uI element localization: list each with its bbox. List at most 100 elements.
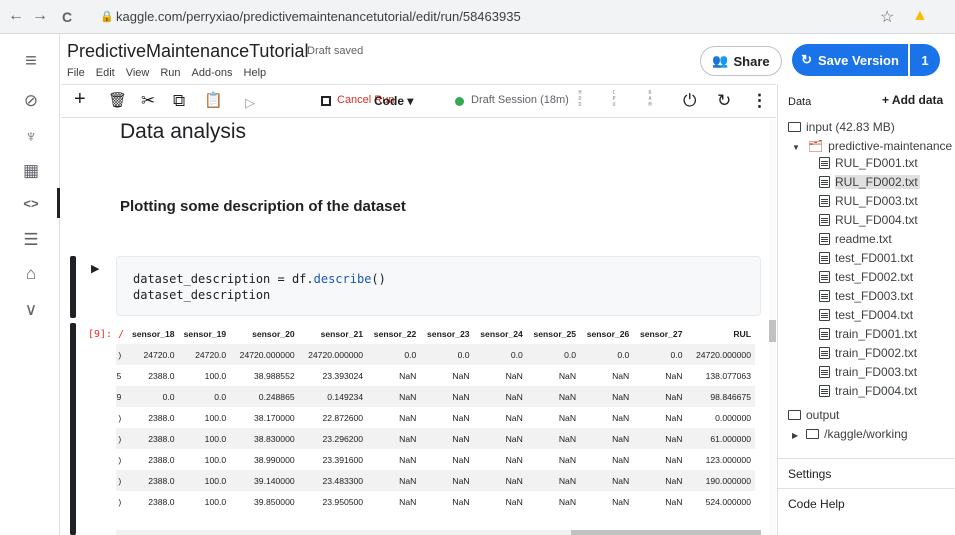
- file-name: test_FD001.txt: [835, 251, 914, 265]
- add-data-button[interactable]: + Add data: [882, 93, 943, 107]
- table-cell: 138.077063: [705, 370, 751, 381]
- column-header: sensor_19: [183, 328, 227, 339]
- google-drive-extension-icon[interactable]: ▲: [912, 7, 928, 25]
- table-icon[interactable]: ▦: [20, 160, 42, 182]
- file-item[interactable]: train_FD001.txt: [819, 327, 917, 342]
- table-cell: 39.140000: [230, 470, 299, 491]
- back-icon[interactable]: ←: [8, 7, 24, 25]
- table-row: ) 2388.0 100.0 38.990000 23.391600 NaN NaN NaN N…: [116, 449, 755, 470]
- table-cell: 0.0: [125, 386, 179, 407]
- table-header-row: sensor_18 sensor_19 sensor_20 sensor_21 …: [116, 323, 755, 344]
- compass-icon[interactable]: ⊘: [20, 90, 42, 112]
- star-icon[interactable]: ☆: [880, 7, 894, 27]
- file-item[interactable]: RUL_FD004.txt: [819, 213, 918, 228]
- file-name: RUL_FD003.txt: [835, 194, 918, 208]
- code-cell-editor[interactable]: dataset_description = df.describe() data…: [116, 256, 761, 316]
- menu-view[interactable]: View: [126, 67, 150, 79]
- file-item[interactable]: test_FD004.txt: [819, 308, 913, 323]
- cut-icon[interactable]: ✂: [141, 91, 155, 111]
- file-name: RUL_FD004.txt: [835, 213, 918, 227]
- file-icon: [819, 309, 830, 321]
- session-label[interactable]: Draft Session (18m): [471, 94, 569, 106]
- table-row: ) 2388.0 100.0 39.850000 23.950500 NaN NaN NaN N…: [116, 491, 755, 512]
- settings-section[interactable]: Settings: [788, 467, 831, 481]
- table-cell: NaN: [612, 496, 630, 507]
- file-item[interactable]: readme.txt: [819, 232, 892, 247]
- menu-icon[interactable]: ≡: [20, 50, 42, 72]
- column-header: sensor_25: [533, 328, 577, 339]
- hdd-meter: H D D: [578, 90, 582, 108]
- chevron-down-icon[interactable]: ∨: [20, 299, 42, 321]
- menu-help[interactable]: Help: [244, 67, 267, 79]
- stop-icon[interactable]: [321, 96, 331, 106]
- file-item[interactable]: RUL_FD002.txt: [819, 175, 920, 190]
- notebook-title[interactable]: PredictiveMaintenanceTutorial: [67, 41, 308, 62]
- copy-icon[interactable]: ⧉: [173, 91, 185, 111]
- paste-icon[interactable]: 📋: [204, 91, 223, 111]
- file-item[interactable]: train_FD004.txt: [819, 384, 917, 399]
- file-item[interactable]: RUL_FD001.txt: [819, 156, 918, 171]
- table-cell: NaN: [473, 428, 527, 449]
- code-icon[interactable]: <>: [20, 193, 42, 215]
- table-cell: NaN: [526, 428, 581, 449]
- left-navigation-rail: ≡ ⊘ ♆ ▦ <> ☰ ⌂ ∨: [0, 34, 60, 535]
- table-cell: 100.0: [178, 470, 231, 491]
- horizontal-scroll-thumb[interactable]: [571, 530, 761, 535]
- table-row: ) 24720.0 24720.0 24720.000000 24720.000000 0…: [116, 344, 755, 365]
- comment-icon[interactable]: ☰: [20, 229, 42, 251]
- refresh-icon[interactable]: ↻: [717, 91, 731, 111]
- table-cell: NaN: [505, 496, 523, 507]
- menu-add-ons[interactable]: Add-ons: [192, 67, 233, 79]
- working-folder[interactable]: ▶/kaggle/working: [792, 427, 908, 443]
- graduation-cap-icon[interactable]: ⌂: [20, 263, 42, 285]
- file-name: train_FD002.txt: [835, 346, 918, 360]
- address-bar[interactable]: 🔒 kaggle.com/perryxiao/predictivemainten…: [96, 5, 856, 29]
- file-icon: [819, 157, 830, 169]
- table-cell: 0.0: [633, 344, 687, 365]
- vertical-scroll-thumb[interactable]: [769, 320, 776, 342]
- more-options-icon[interactable]: ⋮: [751, 91, 768, 111]
- table-cell: NaN: [399, 370, 417, 381]
- table-cell: 38.988552: [254, 370, 295, 381]
- table-cell: 0.000000: [715, 412, 751, 423]
- file-item[interactable]: test_FD002.txt: [819, 270, 913, 285]
- reload-icon[interactable]: C: [62, 9, 72, 25]
- cell-type-select[interactable]: Code ▾: [374, 94, 413, 108]
- table-row: 9 0.0 0.0 0.248865 0.149234 NaN NaN NaN NaN NaN Na…: [116, 386, 755, 407]
- menu-run[interactable]: Run: [160, 67, 180, 79]
- session-status-icon: [455, 97, 464, 106]
- table-cell: NaN: [665, 496, 683, 507]
- file-name: test_FD004.txt: [835, 308, 914, 322]
- folder-icon: [806, 429, 820, 439]
- file-item[interactable]: RUL_FD003.txt: [819, 194, 918, 209]
- data-panel-title: Data: [788, 96, 812, 108]
- menu-edit[interactable]: Edit: [96, 67, 115, 79]
- input-folder[interactable]: input (42.83 MB): [788, 120, 895, 135]
- trophy-icon[interactable]: ♆: [20, 126, 42, 148]
- add-cell-icon[interactable]: +: [74, 89, 86, 109]
- delete-icon[interactable]: 🗑: [108, 91, 127, 111]
- horizontal-scrollbar[interactable]: [116, 530, 761, 535]
- output-folder[interactable]: output: [788, 408, 839, 423]
- vertical-scrollbar[interactable]: [769, 120, 776, 535]
- power-icon[interactable]: ⏻: [683, 91, 696, 111]
- table-cell: ): [118, 454, 122, 465]
- run-cell-icon[interactable]: ▶: [91, 262, 99, 275]
- table-cell: ): [118, 496, 122, 507]
- save-version-button[interactable]: ↻ Save Version: [792, 44, 908, 76]
- table-cell: 2388.0: [125, 470, 179, 491]
- code-help-section[interactable]: Code Help: [788, 497, 845, 511]
- run-cell-icon[interactable]: ▷: [245, 93, 255, 113]
- forward-icon[interactable]: →: [32, 7, 48, 25]
- dataset-item[interactable]: ▼ 🗂 predictive-maintenance: [792, 139, 952, 155]
- menu-file[interactable]: File: [67, 67, 85, 79]
- table-cell: NaN: [399, 454, 417, 465]
- version-count-button[interactable]: 1: [910, 44, 940, 76]
- table-cell: 38.170000: [254, 412, 295, 423]
- share-button[interactable]: 👥 Share: [700, 46, 782, 76]
- file-item[interactable]: test_FD001.txt: [819, 251, 913, 266]
- file-item[interactable]: train_FD003.txt: [819, 365, 917, 380]
- table-cell: 9: [116, 386, 126, 407]
- file-item[interactable]: test_FD003.txt: [819, 289, 913, 304]
- file-item[interactable]: train_FD002.txt: [819, 346, 917, 361]
